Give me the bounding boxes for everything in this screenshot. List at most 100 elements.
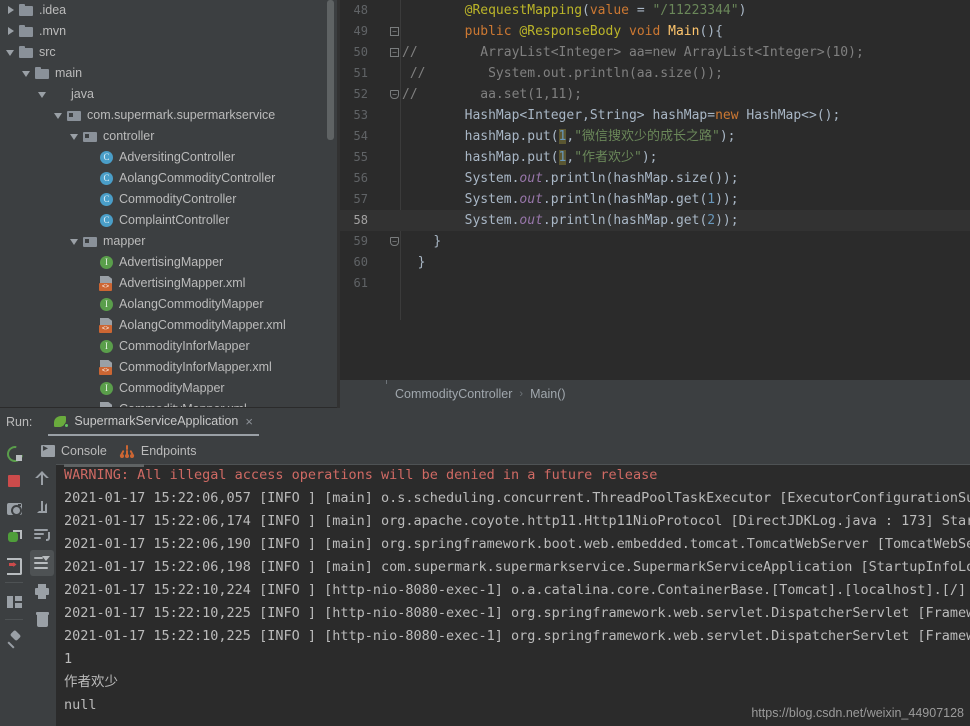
trash-icon <box>35 611 49 627</box>
print-button[interactable] <box>30 578 54 604</box>
line-number[interactable]: 52 <box>340 84 368 105</box>
pin-button[interactable] <box>2 626 26 652</box>
project-tree-scrollbar[interactable] <box>327 0 334 140</box>
stop-button[interactable] <box>2 468 26 494</box>
fold-toggle-icon[interactable]: − <box>390 27 399 36</box>
chevron-down-icon[interactable] <box>70 131 81 142</box>
code-editor[interactable]: 48 @RequestMapping(value = "/11223344") 4… <box>340 0 970 380</box>
tree-item-label: src <box>39 45 56 59</box>
snapshot-button[interactable] <box>2 496 26 522</box>
line-number[interactable]: 61 <box>340 273 368 294</box>
line-number[interactable]: 55 <box>340 147 368 168</box>
breadcrumb-method[interactable]: Main() <box>530 387 565 401</box>
code-line[interactable]: 59 − } <box>340 231 970 252</box>
tree-item[interactable]: src <box>0 42 337 63</box>
tree-item[interactable]: CommodityInforMapper <box>0 336 337 357</box>
tree-item-label: mapper <box>103 234 146 248</box>
code-line[interactable]: 58 System.out.println(hashMap.get(2)); <box>340 210 970 231</box>
code-line[interactable]: 52 −// aa.set(1,11); <box>340 84 970 105</box>
code-line[interactable]: 56 System.out.println(hashMap.size()); <box>340 168 970 189</box>
line-number[interactable]: 49 <box>340 21 368 42</box>
fold-toggle-icon[interactable]: − <box>390 48 399 57</box>
code-line[interactable]: 60 } <box>340 252 970 273</box>
tree-item[interactable]: AolangCommodityMapper.xml <box>0 315 337 336</box>
tree-item[interactable]: .idea <box>0 0 337 21</box>
tree-item[interactable]: AdvertisingMapper <box>0 252 337 273</box>
code-line[interactable]: 57 System.out.println(hashMap.get(1)); <box>340 189 970 210</box>
line-number[interactable]: 58 <box>340 210 368 231</box>
chevron-down-icon[interactable] <box>6 47 17 58</box>
line-number[interactable]: 60 <box>340 252 368 273</box>
project-tree-list[interactable]: .idea .mvn src main java com.supermark.superm… <box>0 0 337 408</box>
chevron-down-icon[interactable] <box>22 68 33 79</box>
tree-item[interactable]: CommodityMapper <box>0 378 337 399</box>
chevron-right-icon[interactable] <box>6 5 17 16</box>
line-number[interactable]: 48 <box>340 0 368 21</box>
scroll-down-button[interactable] <box>30 494 54 520</box>
fold-toggle-icon[interactable]: − <box>390 237 399 246</box>
debug-button[interactable] <box>2 524 26 550</box>
layout-button[interactable] <box>2 589 26 615</box>
code-line[interactable]: 54 hashMap.put(1,"微信搜欢少的成长之路"); <box>340 126 970 147</box>
code-line[interactable]: 61 <box>340 273 970 294</box>
tree-item[interactable]: CommodityInforMapper.xml <box>0 357 337 378</box>
scroll-to-end-button[interactable] <box>30 550 54 576</box>
tree-item[interactable]: AolangCommodityController <box>0 168 337 189</box>
camera-icon <box>6 503 22 516</box>
tree-item[interactable]: mapper <box>0 231 337 252</box>
code-line[interactable]: 48 @RequestMapping(value = "/11223344") <box>340 0 970 21</box>
tab-endpoints[interactable]: Endpoints <box>119 444 196 458</box>
clear-all-button[interactable] <box>30 606 54 632</box>
project-tree-pane[interactable]: .idea .mvn src main java com.supermark.superm… <box>0 0 337 408</box>
code-text: } <box>433 234 442 249</box>
line-number[interactable]: 56 <box>340 168 368 189</box>
code-text: System.out.println(hashMap.get(2)); <box>464 213 739 228</box>
chevron-down-icon[interactable] <box>70 236 81 247</box>
scroll-up-button[interactable] <box>30 466 54 492</box>
console-line: 2021-01-17 15:22:06,174 [INFO ] [main] o… <box>64 513 970 529</box>
tree-item[interactable]: AolangCommodityMapper <box>0 294 337 315</box>
pkg-icon <box>83 129 98 144</box>
rerun-button[interactable] <box>2 440 26 466</box>
tree-item[interactable]: AdversitingController <box>0 147 337 168</box>
chevron-down-icon[interactable] <box>54 110 65 121</box>
soft-wrap-button[interactable] <box>30 522 54 548</box>
exit-button[interactable] <box>2 552 26 578</box>
line-number[interactable]: 59 <box>340 231 368 252</box>
tree-item[interactable]: main <box>0 63 337 84</box>
chevron-right-icon[interactable] <box>6 26 17 37</box>
fold-toggle-icon[interactable]: − <box>390 90 399 99</box>
tree-item-label: controller <box>103 129 155 143</box>
code-line[interactable]: 51 // System.out.println(aa.size()); <box>340 63 970 84</box>
tree-item-label: .mvn <box>39 24 67 38</box>
console-line: 1 <box>64 651 73 667</box>
tree-item[interactable]: AdvertisingMapper.xml <box>0 273 337 294</box>
tree-item[interactable]: CommodityController <box>0 189 337 210</box>
code-line[interactable]: 55 hashMap.put(1,"作者欢少"); <box>340 147 970 168</box>
run-configuration-tab[interactable]: SupermarkServiceApplication × <box>48 409 259 436</box>
tree-item[interactable]: controller <box>0 126 337 147</box>
line-number[interactable]: 54 <box>340 126 368 147</box>
tab-console[interactable]: Console <box>41 443 107 458</box>
tree-item[interactable]: java <box>0 84 337 105</box>
console-output[interactable]: WARNING: All illegal access operations w… <box>56 464 970 726</box>
tree-item[interactable]: ComplaintController <box>0 210 337 231</box>
console-line: 2021-01-17 15:22:10,225 [INFO ] [http-ni… <box>64 628 970 644</box>
chevron-down-icon[interactable] <box>38 89 49 100</box>
line-number[interactable]: 53 <box>340 105 368 126</box>
close-icon[interactable]: × <box>245 415 253 428</box>
code-line[interactable]: 53 HashMap<Integer,String> hashMap=new H… <box>340 105 970 126</box>
line-number[interactable]: 50 <box>340 42 368 63</box>
tree-item[interactable]: .mvn <box>0 21 337 42</box>
code-line[interactable]: 49 − public @ResponseBody void Main(){ <box>340 21 970 42</box>
breadcrumb[interactable]: CommodityController › Main() <box>340 380 970 408</box>
line-number[interactable]: 51 <box>340 63 368 84</box>
breadcrumb-class[interactable]: CommodityController <box>395 387 512 401</box>
code-line[interactable]: 50 −// ArrayList<Integer> aa=new ArrayLis… <box>340 42 970 63</box>
run-subtabs: Console Endpoints <box>28 438 970 464</box>
xml-icon <box>99 318 114 333</box>
cls-icon <box>99 171 114 186</box>
tab-console-label: Console <box>61 444 107 458</box>
tree-item[interactable]: com.supermark.supermarkservice <box>0 105 337 126</box>
line-number[interactable]: 57 <box>340 189 368 210</box>
